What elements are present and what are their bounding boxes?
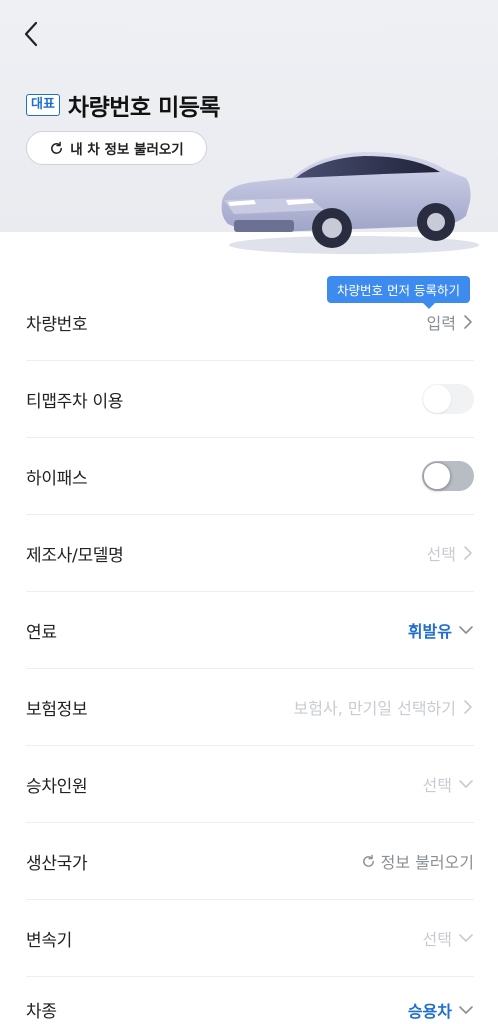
row-label: 생산국가 xyxy=(26,853,88,874)
seating-select[interactable]: 선택 xyxy=(423,772,474,796)
row-label: 제조사/모델명 xyxy=(26,545,124,566)
chevron-down-icon xyxy=(459,934,473,942)
row-hipass: 하이패스 xyxy=(26,438,474,515)
row-label: 차종 xyxy=(26,1002,57,1022)
row-value: 정보 불러오기 xyxy=(380,853,474,872)
transmission-select[interactable]: 선택 xyxy=(423,926,474,950)
car-illustration xyxy=(221,152,479,254)
back-button[interactable] xyxy=(16,18,48,50)
row-label: 변속기 xyxy=(26,930,73,951)
row-label: 하이패스 xyxy=(26,468,88,489)
hipass-toggle[interactable] xyxy=(422,461,474,491)
car-type-select[interactable]: 승용차 xyxy=(408,998,474,1022)
row-label: 차량번호 xyxy=(26,314,88,335)
row-fuel[interactable]: 연료 휘발유 xyxy=(26,592,474,669)
chevron-down-icon xyxy=(459,626,473,634)
chevron-down-icon xyxy=(459,1006,473,1014)
chevron-right-icon xyxy=(464,315,472,329)
row-maker-model[interactable]: 제조사/모델명 선택 xyxy=(26,515,474,592)
chevron-down-icon xyxy=(459,780,473,788)
toggle-knob xyxy=(423,462,451,490)
row-value: 입력 xyxy=(426,314,456,333)
row-plate-number[interactable]: 차량번호 입력 xyxy=(26,284,474,361)
page-title: 차량번호 미등록 xyxy=(67,95,221,121)
row-label: 승차인원 xyxy=(26,776,88,797)
toggle-knob xyxy=(423,385,451,413)
row-value: 휘발유 xyxy=(407,622,452,641)
row-value: 선택 xyxy=(422,930,452,949)
refresh-icon xyxy=(51,141,63,154)
chevron-right-icon xyxy=(464,700,472,714)
row-value: 선택 xyxy=(426,545,456,564)
chevron-right-icon xyxy=(464,546,472,560)
plate-input-link[interactable]: 입력 xyxy=(427,310,474,334)
refresh-icon xyxy=(362,854,374,867)
title-row: 대표 차량번호 미등록 xyxy=(26,88,221,122)
load-car-info-label: 내 차 정보 불러오기 xyxy=(70,142,184,158)
country-load-button[interactable]: 정보 불러오기 xyxy=(361,849,474,873)
row-country[interactable]: 생산국가 정보 불러오기 xyxy=(26,823,474,900)
row-value: 보험사, 만기일 선택하기 xyxy=(293,699,456,718)
row-label: 보험정보 xyxy=(26,699,88,720)
row-value: 승용차 xyxy=(407,1002,452,1021)
row-tmap-parking: 티맵주차 이용 xyxy=(26,361,474,438)
row-label: 티맵주차 이용 xyxy=(26,391,124,412)
primary-badge: 대표 xyxy=(26,94,60,116)
load-car-info-button[interactable]: 내 차 정보 불러오기 xyxy=(26,131,207,165)
tmap-parking-toggle[interactable] xyxy=(422,384,474,414)
row-label: 연료 xyxy=(26,622,57,643)
row-insurance[interactable]: 보험정보 보험사, 만기일 선택하기 xyxy=(26,669,474,746)
hero-section: 대표 차량번호 미등록 내 차 정보 불러오기 xyxy=(0,0,498,254)
maker-model-select[interactable]: 선택 xyxy=(427,541,474,565)
row-value: 선택 xyxy=(422,776,452,795)
row-seating[interactable]: 승차인원 선택 xyxy=(26,746,474,823)
fuel-select[interactable]: 휘발유 xyxy=(408,618,474,642)
insurance-select[interactable]: 보험사, 만기일 선택하기 xyxy=(294,695,474,719)
row-car-type[interactable]: 차종 승용차 xyxy=(26,977,474,1024)
row-transmission[interactable]: 변속기 선택 xyxy=(26,900,474,977)
chevron-left-icon xyxy=(24,21,38,47)
